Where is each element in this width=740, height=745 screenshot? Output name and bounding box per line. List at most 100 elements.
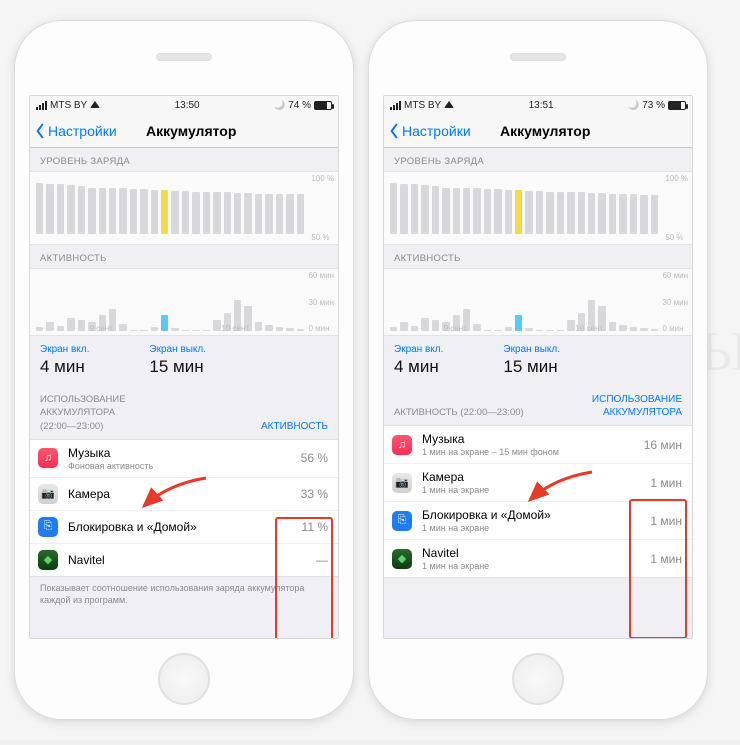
app-name: МузыкаФоновая активность bbox=[68, 446, 272, 471]
charge-chart[interactable]: 100 %50 % bbox=[384, 171, 692, 245]
chart-bar[interactable] bbox=[140, 189, 147, 234]
list-item[interactable]: Блокировка и «Домой»11 % bbox=[30, 511, 338, 544]
chart-bar[interactable] bbox=[421, 185, 428, 234]
chart-bar[interactable] bbox=[578, 192, 585, 234]
home-button[interactable] bbox=[158, 653, 210, 705]
chart-bar[interactable] bbox=[151, 190, 158, 234]
chart-bar[interactable] bbox=[99, 188, 106, 234]
list-item[interactable]: Камера1 мин на экране1 мин bbox=[384, 464, 692, 502]
chart-bar[interactable] bbox=[46, 184, 53, 234]
chart-bar[interactable] bbox=[213, 192, 220, 234]
chart-bar[interactable] bbox=[619, 194, 626, 235]
wifi-icon bbox=[444, 101, 454, 108]
back-label: Настройки bbox=[402, 123, 471, 139]
chart-bar[interactable] bbox=[276, 194, 283, 234]
chart-bar[interactable] bbox=[265, 194, 272, 235]
chart-bar[interactable] bbox=[182, 191, 189, 234]
chart-bar[interactable] bbox=[244, 193, 251, 234]
chart-bar[interactable] bbox=[630, 194, 637, 234]
usage-value: 1 мин bbox=[636, 514, 682, 528]
activity-tab[interactable]: АКТИВНОСТЬ bbox=[261, 420, 328, 433]
usage-header: ИСПОЛЬЗОВАНИЕ АККУМУЛЯТОРА (22:00—23:00)… bbox=[30, 387, 338, 439]
status-bar: MTS BY 13:50 74 % bbox=[30, 96, 338, 114]
app-name: Камера1 мин на экране bbox=[422, 470, 626, 495]
chart-bar[interactable] bbox=[505, 190, 512, 234]
charge-chart[interactable]: 100 %50 % bbox=[30, 171, 338, 245]
chart-bar[interactable] bbox=[119, 188, 126, 234]
list-item[interactable]: Navitel1 мин на экране1 мин bbox=[384, 540, 692, 578]
chart-bar[interactable] bbox=[546, 192, 553, 234]
screen-off-label: Экран выкл. bbox=[503, 344, 560, 355]
navitel-icon bbox=[38, 550, 58, 570]
screen-time-block: Экран вкл. 4 мин Экран выкл. 15 мин bbox=[384, 336, 692, 387]
chart-bar[interactable] bbox=[400, 184, 407, 234]
page-title: Аккумулятор bbox=[146, 123, 236, 139]
chart-bar[interactable] bbox=[192, 192, 199, 234]
clock: 13:50 bbox=[175, 100, 200, 111]
chart-bar[interactable] bbox=[484, 189, 491, 234]
signal-icon bbox=[390, 101, 401, 110]
chart-bar[interactable] bbox=[88, 188, 95, 234]
camera-icon bbox=[392, 473, 412, 493]
chart-bar[interactable] bbox=[109, 188, 116, 234]
dnd-icon bbox=[628, 100, 639, 111]
list-item[interactable]: Navitel— bbox=[30, 544, 338, 577]
home-button[interactable] bbox=[512, 653, 564, 705]
chart-bar[interactable] bbox=[67, 185, 74, 234]
chart-bar[interactable] bbox=[651, 195, 658, 234]
chart-bar[interactable] bbox=[609, 194, 616, 235]
list-item[interactable]: Камера33 % bbox=[30, 478, 338, 511]
screen-on-value: 4 мин bbox=[40, 357, 89, 377]
app-subtitle: 1 мин на экране bbox=[422, 485, 626, 495]
chart-bar[interactable] bbox=[494, 189, 501, 234]
charge-header: УРОВЕНЬ ЗАРЯДА bbox=[30, 148, 338, 171]
chart-bar[interactable] bbox=[640, 195, 647, 234]
charge-header: УРОВЕНЬ ЗАРЯДА bbox=[384, 148, 692, 171]
chart-bar[interactable] bbox=[453, 188, 460, 234]
chart-bar[interactable] bbox=[536, 191, 543, 234]
music-icon bbox=[392, 435, 412, 455]
chart-bar[interactable] bbox=[234, 193, 241, 234]
chart-bar[interactable] bbox=[567, 192, 574, 234]
chart-bar[interactable] bbox=[463, 188, 470, 234]
chart-bar[interactable] bbox=[161, 190, 168, 234]
chart-bar[interactable] bbox=[442, 188, 449, 234]
chart-bar[interactable] bbox=[171, 191, 178, 234]
app-subtitle: Фоновая активность bbox=[68, 461, 272, 471]
list-item[interactable]: МузыкаФоновая активность56 % bbox=[30, 440, 338, 478]
battery-icon bbox=[314, 101, 332, 110]
activity-chart[interactable]: 60 мин30 мин0 мин 9 сент.10 сент. bbox=[384, 268, 692, 336]
chart-bar[interactable] bbox=[557, 192, 564, 234]
chart-bar[interactable] bbox=[588, 193, 595, 234]
chart-bar[interactable] bbox=[203, 192, 210, 234]
chevron-left-icon bbox=[388, 123, 400, 139]
chart-bar[interactable] bbox=[598, 193, 605, 234]
usage-value: 1 мин bbox=[636, 552, 682, 566]
chart-bar[interactable] bbox=[473, 188, 480, 234]
chart-bar[interactable] bbox=[224, 192, 231, 234]
chart-bar[interactable] bbox=[36, 183, 43, 234]
screen-on-label: Экран вкл. bbox=[40, 344, 89, 355]
usage-list: Музыка1 мин на экране – 15 мин фоном16 м… bbox=[384, 425, 692, 578]
carrier-label: MTS BY bbox=[50, 100, 87, 111]
chart-bar[interactable] bbox=[411, 184, 418, 234]
activity-chart[interactable]: 60 мин30 мин0 мин 9 сент.10 сент. bbox=[30, 268, 338, 336]
chart-bar[interactable] bbox=[130, 189, 137, 234]
screen-off-label: Экран выкл. bbox=[149, 344, 206, 355]
chart-bar[interactable] bbox=[297, 194, 304, 234]
nav-bar: Настройки Аккумулятор bbox=[30, 114, 338, 148]
list-item[interactable]: Блокировка и «Домой»1 мин на экране1 мин bbox=[384, 502, 692, 540]
chart-bar[interactable] bbox=[286, 194, 293, 234]
chart-bar[interactable] bbox=[255, 194, 262, 235]
chart-bar[interactable] bbox=[432, 186, 439, 234]
chart-bar[interactable] bbox=[525, 191, 532, 234]
list-item[interactable]: Музыка1 мин на экране – 15 мин фоном16 м… bbox=[384, 426, 692, 464]
chart-bar[interactable] bbox=[57, 184, 64, 234]
chart-bar[interactable] bbox=[515, 190, 522, 234]
activity-header: АКТИВНОСТЬ bbox=[30, 245, 338, 268]
back-button[interactable]: Настройки bbox=[34, 123, 117, 139]
chart-bar[interactable] bbox=[78, 186, 85, 234]
back-button[interactable]: Настройки bbox=[388, 123, 471, 139]
battery-usage-tab[interactable]: ИСПОЛЬЗОВАНИЕ АККУМУЛЯТОРА bbox=[592, 393, 682, 419]
chart-bar[interactable] bbox=[390, 183, 397, 234]
